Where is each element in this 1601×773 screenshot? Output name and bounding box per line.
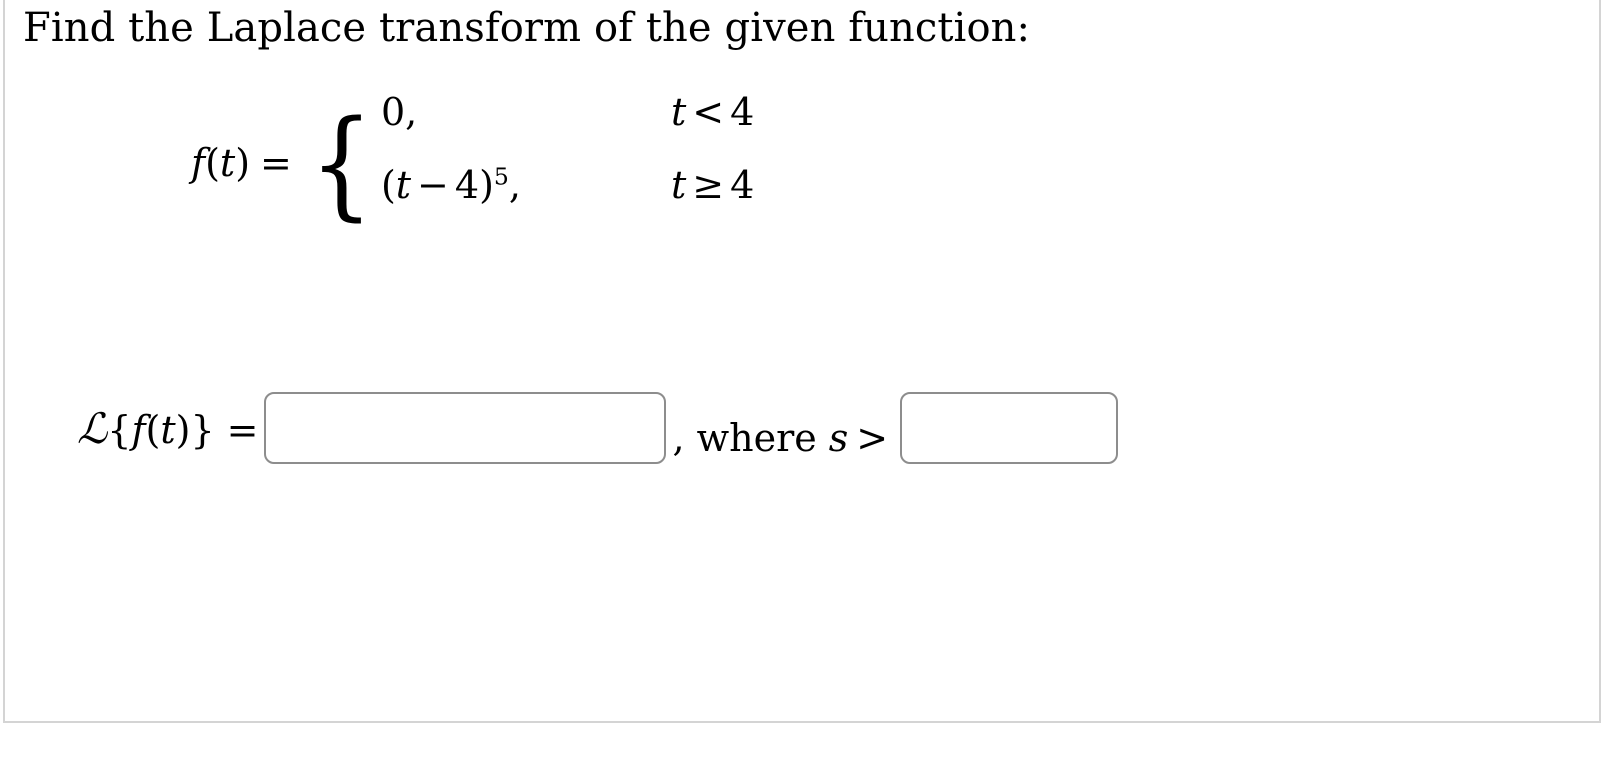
question-card: Find the Laplace transform of the given … <box>3 0 1601 723</box>
piecewise-cases: 0, t <4 (t −4)5, t ≥4 <box>381 90 754 236</box>
case-expression-second: (t −4)5, <box>381 163 671 207</box>
expr-open-paren: ( <box>380 163 396 207</box>
laplace-transform-input[interactable] <box>264 392 667 464</box>
laplace-operator-symbol: ℒ <box>77 403 108 453</box>
piecewise-case-row: 0, t <4 <box>381 90 754 163</box>
condition-variable: t <box>670 90 687 134</box>
piecewise-case-row: (t −4)5, t ≥4 <box>381 163 754 236</box>
laplace-transform-label: ℒ{f(t)} = <box>77 404 264 453</box>
where-variable-s: s <box>828 416 849 460</box>
case-condition-second: t ≥4 <box>671 163 754 207</box>
laplace-close-paren: ) <box>175 407 191 452</box>
case-value-zero: 0 <box>380 90 406 134</box>
where-word: where <box>696 416 817 460</box>
expr-minus-operator: − <box>417 163 449 207</box>
condition-relation-greater-equal: ≥ <box>692 163 725 207</box>
condition-variable: t <box>670 163 687 207</box>
case-expression-first: 0, <box>381 90 671 134</box>
function-variable: t <box>219 141 236 185</box>
condition-relation-less-than: < <box>692 90 725 134</box>
case-comma: , <box>508 163 521 207</box>
expr-base-variable: t <box>395 163 412 207</box>
expr-close-paren: ) <box>479 163 494 207</box>
condition-value: 4 <box>730 163 755 207</box>
separator-comma: , <box>672 416 685 460</box>
function-close-paren: ) <box>235 141 251 185</box>
function-open-paren: ( <box>205 141 220 185</box>
where-clause-text: , where s > <box>666 416 900 460</box>
where-relation-greater-than: > <box>856 416 889 460</box>
condition-value: 4 <box>730 90 755 134</box>
laplace-open-paren: ( <box>145 407 161 452</box>
piecewise-brace: { <box>309 93 374 232</box>
expr-shift-value: 4 <box>454 163 480 207</box>
laplace-close-brace: } <box>190 407 215 452</box>
piecewise-function-definition: f(t) = { 0, t <4 (t −4)5, t ≥4 <box>191 90 754 236</box>
laplace-function-variable: t <box>160 407 176 452</box>
function-label: f(t) = <box>191 141 298 185</box>
answer-row: ℒ{f(t)} = , where s > <box>77 388 1119 468</box>
case-comma: , <box>405 90 418 134</box>
question-prompt: Find the Laplace transform of the given … <box>23 5 1031 51</box>
expr-exponent: 5 <box>493 162 509 191</box>
laplace-open-brace: { <box>107 407 132 452</box>
function-name: f <box>191 141 206 185</box>
laplace-function-name: f <box>131 407 146 452</box>
case-condition-first: t <4 <box>671 90 754 134</box>
laplace-equals-sign: = <box>226 407 259 452</box>
function-equals-sign: = <box>260 141 292 185</box>
convergence-bound-input[interactable] <box>900 392 1119 464</box>
